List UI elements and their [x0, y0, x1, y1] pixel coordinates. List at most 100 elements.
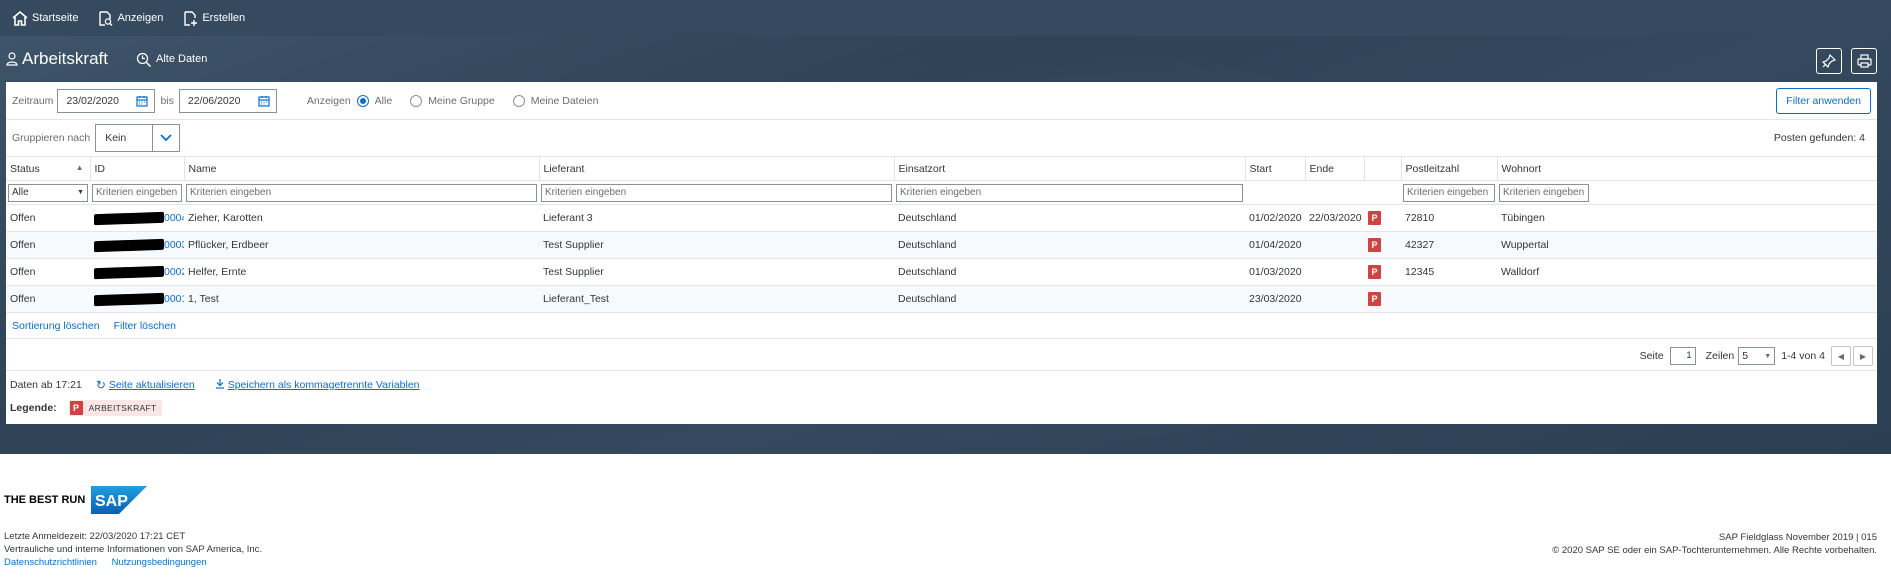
rows-label: Zeilen	[1705, 350, 1735, 362]
chevron-down-icon[interactable]	[153, 134, 179, 142]
view-document-icon	[99, 10, 113, 26]
worker-type-badge: P	[1368, 292, 1381, 306]
cell-id[interactable]: 0001	[90, 285, 184, 313]
table-row[interactable]: Offen 0004 Zieher, Karotten Lieferant 3 …	[6, 204, 1877, 232]
pagination: Seite 1 Zeilen 5 ▼ 1-4 von 4 ◀ ▶	[1640, 346, 1873, 366]
cell-id[interactable]: 0003	[90, 231, 184, 259]
print-button[interactable]	[1851, 48, 1877, 74]
legend: Legende: P ARBEITSKRAFT	[10, 400, 162, 416]
cell-zip: 72810	[1401, 204, 1497, 232]
cell-location: Deutschland	[894, 231, 1245, 259]
page-header: Arbeitskraft Alte Daten	[6, 42, 207, 76]
column-header-city[interactable]: Wohnort	[1497, 156, 1877, 181]
old-data-button[interactable]: Alte Daten	[136, 52, 207, 67]
cell-zip: 12345	[1401, 258, 1497, 286]
id-link[interactable]: 0001	[164, 293, 184, 305]
group-select-value: Kein	[105, 132, 127, 144]
status-filter-select[interactable]: Alle ▼	[8, 183, 88, 202]
zip-filter-input[interactable]: Kriterien eingeben	[1403, 183, 1495, 202]
id-filter-input[interactable]: Kriterien eingeben	[92, 183, 182, 202]
id-link[interactable]: 0004	[164, 212, 184, 224]
group-select[interactable]: Kein	[95, 124, 181, 152]
cell-id[interactable]: 0002	[90, 258, 184, 286]
version-text: SAP Fieldglass November 2019 | 015	[1718, 532, 1877, 543]
refresh-page-link[interactable]: Seite aktualisieren	[109, 379, 195, 391]
radio-my-group[interactable]: Meine Gruppe	[410, 94, 495, 107]
dropdown-arrow-icon[interactable]: ▼	[1764, 353, 1771, 360]
sort-ascending-icon[interactable]: ▲	[76, 163, 84, 172]
cell-end	[1305, 231, 1364, 259]
clear-sort-link[interactable]: Sortierung löschen	[12, 320, 100, 332]
cell-start: 01/04/2020	[1245, 231, 1305, 259]
create-document-icon	[184, 10, 198, 26]
radio-all[interactable]: Alle	[356, 94, 392, 107]
id-link[interactable]: 0002	[164, 266, 184, 278]
divider	[6, 338, 1877, 339]
cell-start: 23/03/2020	[1245, 285, 1305, 313]
refresh-icon[interactable]: ↻	[96, 378, 106, 392]
column-header-start[interactable]: Start	[1245, 156, 1306, 181]
city-filter-input[interactable]: Kriterien eingeben	[1499, 183, 1589, 202]
table-row[interactable]: Offen 0001 1, Test Lieferant_Test Deutsc…	[6, 285, 1877, 313]
pin-button[interactable]	[1816, 48, 1842, 74]
previous-page-button[interactable]: ◀	[1831, 346, 1851, 366]
cell-end: 22/03/2020	[1305, 204, 1364, 232]
column-header-end[interactable]: Ende	[1305, 156, 1365, 181]
name-filter-input[interactable]: Kriterien eingeben	[186, 183, 537, 202]
redacted-id	[94, 265, 164, 279]
page-footer-left: Letzte Anmeldezeit: 22/03/2020 17:21 CET…	[4, 530, 262, 569]
cell-start: 01/03/2020	[1245, 258, 1305, 286]
download-icon[interactable]	[215, 378, 225, 392]
clear-filter-link[interactable]: Filter löschen	[114, 320, 176, 332]
terms-link[interactable]: Nutzungsbedingungen	[112, 557, 207, 568]
worker-type-badge: P	[1368, 238, 1381, 252]
cell-end	[1305, 258, 1364, 286]
radio-button[interactable]	[512, 94, 525, 107]
shell-view-button[interactable]: Anzeigen	[98, 10, 164, 26]
shell-view-label: Anzeigen	[117, 12, 164, 24]
cell-location: Deutschland	[894, 285, 1245, 313]
sap-logo-block: THE BEST RUN SAP	[4, 486, 148, 514]
last-login-text: Letzte Anmeldezeit: 22/03/2020 17:21 CET	[4, 531, 186, 542]
column-header-zip[interactable]: Postleitzahl	[1401, 156, 1498, 181]
page-input[interactable]: 1	[1669, 347, 1696, 365]
privacy-link[interactable]: Datenschutzrichtlinien	[4, 557, 97, 568]
rows-select[interactable]: 5 ▼	[1738, 347, 1776, 365]
cell-id[interactable]: 0004	[90, 204, 184, 232]
cell-zip: 42327	[1401, 231, 1497, 259]
cell-city: Wuppertal	[1497, 231, 1877, 259]
column-header-supplier[interactable]: Lieferant	[539, 156, 895, 181]
save-csv-link[interactable]: Speichern als kommagetrennte Variablen	[228, 379, 420, 391]
filter-row: Alle ▼ Kriterien eingeben Kriterien einge…	[6, 180, 1877, 205]
to-date-input[interactable]: 22/06/2020	[178, 88, 277, 113]
id-link[interactable]: 0003	[164, 239, 184, 251]
next-page-button[interactable]: ▶	[1853, 346, 1873, 366]
calendar-icon[interactable]	[258, 95, 270, 107]
page-title: Arbeitskraft	[22, 49, 108, 68]
old-data-label: Alte Daten	[155, 53, 208, 65]
shell-home-button[interactable]: Startseite	[12, 10, 78, 26]
table-row[interactable]: Offen 0003 Pflücker, Erdbeer Test Suppli…	[6, 231, 1877, 259]
cell-name: 1, Test	[184, 285, 539, 313]
table-row[interactable]: Offen 0002 Helfer, Ernte Test Supplier D…	[6, 258, 1877, 286]
column-header-id[interactable]: ID	[90, 156, 185, 181]
cell-zip	[1401, 285, 1497, 313]
radio-my-group-label: Meine Gruppe	[428, 94, 495, 107]
dropdown-arrow-icon[interactable]: ▼	[77, 189, 84, 196]
rows-select-value: 5	[1742, 350, 1749, 362]
radio-my-files[interactable]: Meine Dateien	[512, 94, 598, 107]
items-found-count: Posten gefunden: 4	[1773, 132, 1865, 144]
period-label: Zeitraum	[12, 94, 54, 107]
radio-button[interactable]	[410, 94, 423, 107]
shell-create-button[interactable]: Erstellen	[183, 10, 245, 26]
apply-filter-button[interactable]: Filter anwenden	[1776, 88, 1871, 114]
pin-icon	[1822, 54, 1836, 68]
column-header-location[interactable]: Einsatzort	[894, 156, 1246, 181]
location-filter-input[interactable]: Kriterien eingeben	[896, 183, 1243, 202]
from-date-input[interactable]: 23/02/2020	[57, 88, 156, 113]
radio-button-selected[interactable]	[356, 94, 369, 107]
calendar-icon[interactable]	[136, 95, 149, 107]
column-header-name[interactable]: Name	[184, 156, 540, 181]
column-header-status[interactable]: Status ▲	[6, 156, 91, 181]
supplier-filter-input[interactable]: Kriterien eingeben	[541, 183, 892, 202]
